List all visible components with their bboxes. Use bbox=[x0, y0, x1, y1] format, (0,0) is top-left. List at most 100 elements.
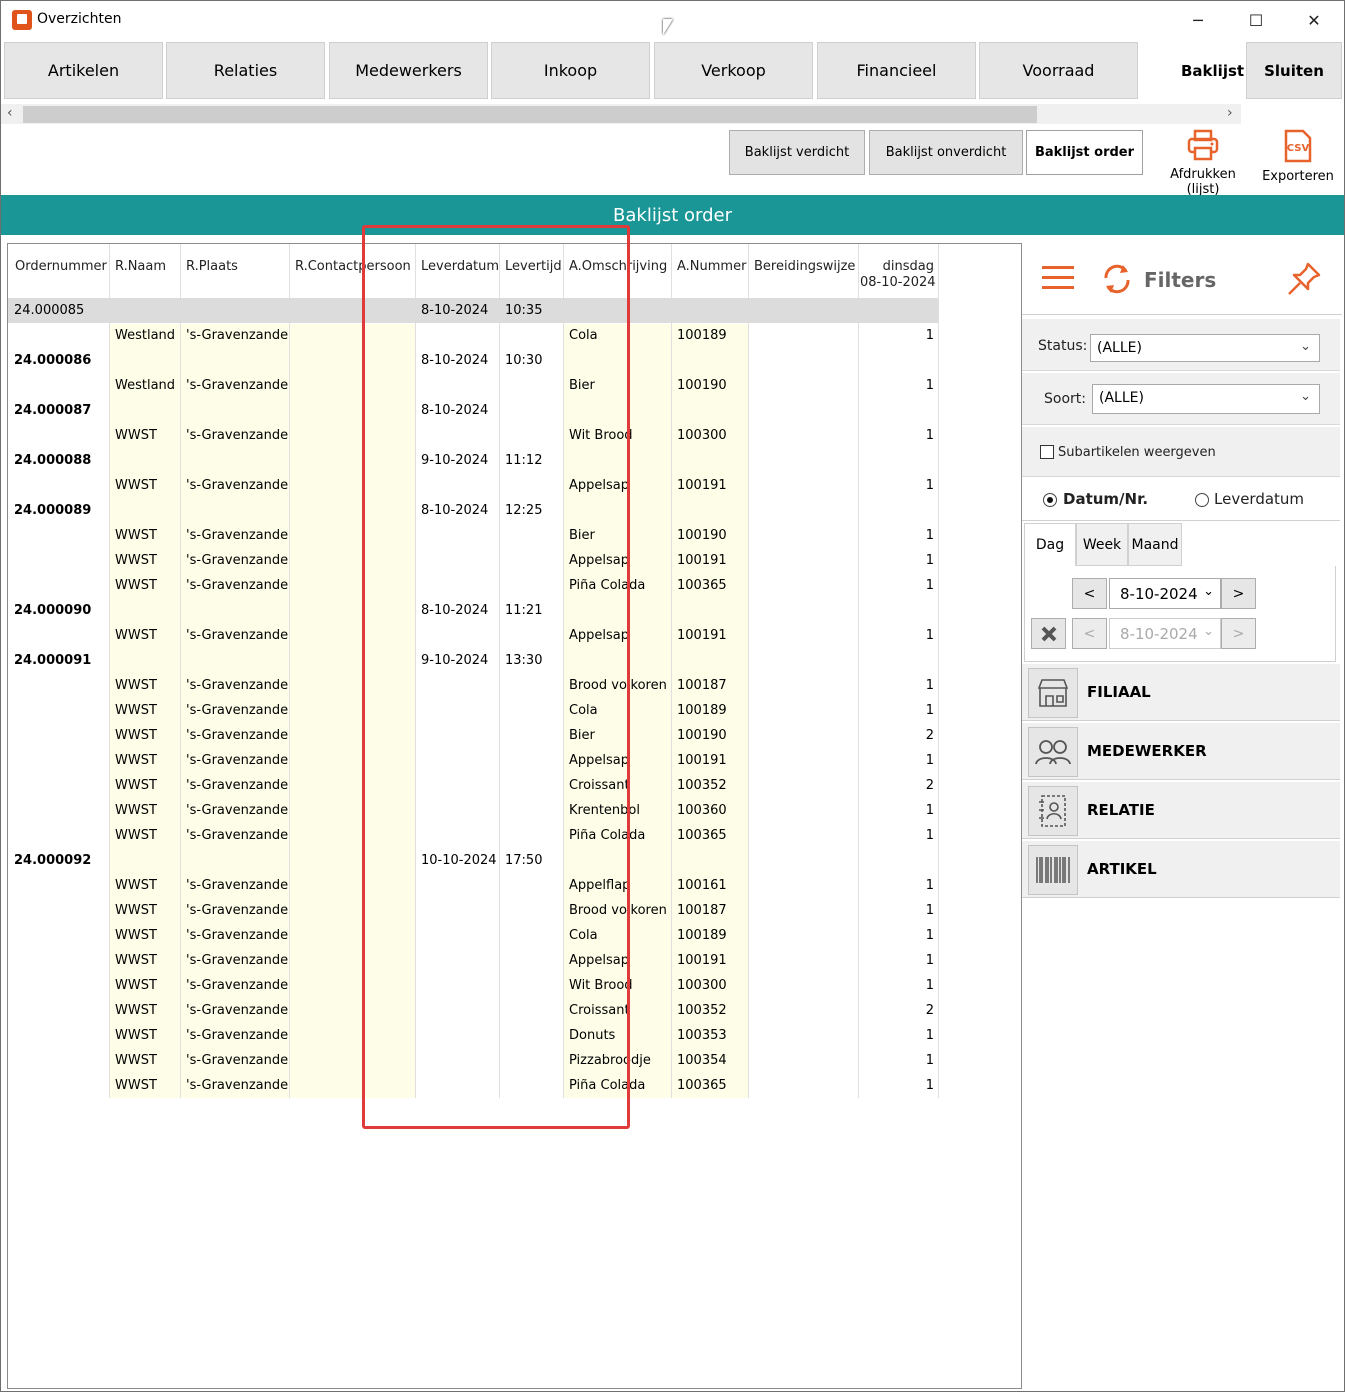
category-artikel[interactable]: ARTIKEL bbox=[1022, 841, 1340, 898]
tab-week[interactable]: Week bbox=[1076, 523, 1128, 566]
item-row[interactable]: WWST 's-Gravenzande Appelsap 100191 1 bbox=[8, 623, 938, 648]
maximize-button[interactable]: ☐ bbox=[1233, 5, 1279, 35]
header-leverdatum[interactable]: Leverdatum bbox=[421, 259, 499, 274]
item-row[interactable]: WWST 's-Gravenzande Appelsap 100191 1 bbox=[8, 548, 938, 573]
item-row[interactable]: WWST 's-Gravenzande Croissant 100352 2 bbox=[8, 773, 938, 798]
cell-naam: WWST bbox=[115, 428, 157, 443]
baklijst-onverdicht-button[interactable]: Baklijst onverdicht bbox=[869, 130, 1023, 175]
item-row[interactable]: Westland 's-Gravenzande Bier 100190 1 bbox=[8, 373, 938, 398]
cell-qty: 1 bbox=[925, 528, 934, 543]
cell-plaats: 's-Gravenzande bbox=[186, 903, 288, 918]
refresh-icon[interactable] bbox=[1100, 262, 1134, 296]
order-row[interactable]: 24.000088 9-10-2024 11:12 bbox=[8, 448, 938, 473]
cell-tijd: 10:35 bbox=[505, 303, 543, 318]
cell-omschr: Piña Colada bbox=[569, 828, 646, 843]
scroll-left-icon[interactable]: ‹ bbox=[7, 105, 13, 121]
next-date-to-button[interactable]: > bbox=[1221, 618, 1256, 649]
sluiten-button[interactable]: Sluiten bbox=[1246, 42, 1342, 99]
item-row[interactable]: Westland 's-Gravenzande Cola 100189 1 bbox=[8, 323, 938, 348]
item-row[interactable]: WWST 's-Gravenzande Appelsap 100191 1 bbox=[8, 473, 938, 498]
category-relatie[interactable]: RELATIE bbox=[1022, 782, 1340, 839]
category-medewerker[interactable]: MEDEWERKER bbox=[1022, 723, 1340, 780]
item-row[interactable]: WWST 's-Gravenzande Piña Colada 100365 1 bbox=[8, 823, 938, 848]
status-select[interactable]: (ALLE) ⌄ bbox=[1090, 334, 1320, 362]
date-from-picker[interactable]: 8-10-2024 ⌄ bbox=[1109, 578, 1221, 609]
order-row[interactable]: 24.000090 8-10-2024 11:21 bbox=[8, 598, 938, 623]
tabs-scrollbar[interactable]: ‹ › bbox=[1, 104, 1241, 124]
order-row[interactable]: 24.000087 8-10-2024 bbox=[8, 398, 938, 423]
header-day[interactable]: dinsdag bbox=[882, 259, 934, 274]
item-row[interactable]: WWST 's-Gravenzande Appelflap 100161 1 bbox=[8, 873, 938, 898]
item-row[interactable]: WWST 's-Gravenzande Appelsap 100191 1 bbox=[8, 948, 938, 973]
leverdatum-radio[interactable] bbox=[1195, 493, 1209, 507]
item-row[interactable]: WWST 's-Gravenzande Pizzabroodje 100354 1 bbox=[8, 1048, 938, 1073]
scroll-right-icon[interactable]: › bbox=[1227, 105, 1233, 121]
item-row[interactable]: WWST 's-Gravenzande Cola 100189 1 bbox=[8, 923, 938, 948]
order-row[interactable]: 24.000085 8-10-2024 10:35 bbox=[8, 298, 938, 323]
tab-artikelen[interactable]: Artikelen bbox=[4, 42, 163, 99]
cell-plaats: 's-Gravenzande bbox=[186, 1003, 288, 1018]
cell-naam: WWST bbox=[115, 1053, 157, 1068]
date-to-picker[interactable]: 8-10-2024 ⌄ bbox=[1109, 618, 1221, 649]
header-levertijd[interactable]: Levertijd bbox=[505, 259, 562, 274]
soort-select[interactable]: (ALLE) ⌄ bbox=[1092, 384, 1320, 414]
item-row[interactable]: WWST 's-Gravenzande Bier 100190 1 bbox=[8, 523, 938, 548]
hamburger-menu-icon[interactable] bbox=[1042, 265, 1074, 291]
tab-relaties[interactable]: Relaties bbox=[166, 42, 325, 99]
item-row[interactable]: WWST 's-Gravenzande Brood volkoren 100187 1 bbox=[8, 898, 938, 923]
tab-baklijst[interactable]: Baklijst bbox=[1143, 42, 1245, 99]
next-date-button[interactable]: > bbox=[1221, 578, 1256, 609]
item-row[interactable]: WWST 's-Gravenzande Appelsap 100191 1 bbox=[8, 748, 938, 773]
close-window-button[interactable]: ✕ bbox=[1291, 5, 1337, 35]
clear-date-button[interactable] bbox=[1031, 618, 1066, 649]
pin-icon[interactable] bbox=[1286, 261, 1322, 297]
datum-radio[interactable] bbox=[1043, 493, 1057, 507]
tab-maand[interactable]: Maand bbox=[1128, 523, 1182, 566]
prev-date-to-button[interactable]: < bbox=[1072, 618, 1107, 649]
prev-date-button[interactable]: < bbox=[1072, 578, 1107, 609]
tab-dag[interactable]: Dag bbox=[1024, 523, 1076, 566]
tab-financieel[interactable]: Financieel bbox=[817, 42, 976, 99]
header-ordernummer[interactable]: Ordernummer bbox=[15, 259, 107, 274]
header-bereidingswijze[interactable]: Bereidingswijze bbox=[754, 259, 855, 274]
export-button[interactable]: CSV Exporteren bbox=[1248, 129, 1344, 189]
scroll-thumb[interactable] bbox=[23, 106, 1037, 123]
item-row[interactable]: WWST 's-Gravenzande Donuts 100353 1 bbox=[8, 1023, 938, 1048]
subartikelen-checkbox[interactable] bbox=[1040, 445, 1054, 459]
baklijst-order-button[interactable]: Baklijst order bbox=[1026, 130, 1143, 175]
category-filiaal[interactable]: FILIAAL bbox=[1022, 664, 1340, 721]
tab-inkoop[interactable]: Inkoop bbox=[491, 42, 650, 99]
cell-qty: 1 bbox=[925, 553, 934, 568]
header-rplaats[interactable]: R.Plaats bbox=[186, 259, 238, 274]
header-date[interactable]: 08-10-2024 bbox=[860, 275, 936, 290]
tab-verkoop[interactable]: Verkoop bbox=[654, 42, 813, 99]
cell-nummer: 100365 bbox=[677, 828, 727, 843]
header-rcontactpersoon[interactable]: R.Contactpersoon bbox=[295, 259, 411, 274]
item-row[interactable]: WWST 's-Gravenzande Wit Brood 100300 1 bbox=[8, 973, 938, 998]
data-grid[interactable]: Ordernummer R.Naam R.Plaats R.Contactper… bbox=[7, 243, 1022, 1389]
header-rnaam[interactable]: R.Naam bbox=[115, 259, 166, 274]
item-row[interactable]: WWST 's-Gravenzande Piña Colada 100365 1 bbox=[8, 573, 938, 598]
header-aomschrijving[interactable]: A.Omschrijving bbox=[569, 259, 667, 274]
order-row[interactable]: 24.000086 8-10-2024 10:30 bbox=[8, 348, 938, 373]
minimize-button[interactable]: ─ bbox=[1175, 5, 1221, 35]
item-row[interactable]: WWST 's-Gravenzande Croissant 100352 2 bbox=[8, 998, 938, 1023]
datum-radio-label: Datum/Nr. bbox=[1063, 490, 1149, 508]
item-row[interactable]: WWST 's-Gravenzande Piña Colada 100365 1 bbox=[8, 1073, 938, 1098]
item-row[interactable]: WWST 's-Gravenzande Cola 100189 1 bbox=[8, 698, 938, 723]
order-row[interactable]: 24.000091 9-10-2024 13:30 bbox=[8, 648, 938, 673]
cell-omschr: Cola bbox=[569, 928, 598, 943]
print-button[interactable]: Afdrukken (lijst) bbox=[1153, 129, 1253, 197]
baklijst-verdicht-button[interactable]: Baklijst verdicht bbox=[729, 130, 865, 175]
item-row[interactable]: WWST 's-Gravenzande Brood volkoren 100187 1 bbox=[8, 673, 938, 698]
header-anummer[interactable]: A.Nummer bbox=[677, 259, 746, 274]
tab-medewerkers[interactable]: Medewerkers bbox=[329, 42, 488, 99]
soort-filter-row: Soort: (ALLE) ⌄ bbox=[1022, 373, 1340, 425]
item-row[interactable]: WWST 's-Gravenzande Wit Brood 100300 1 bbox=[8, 423, 938, 448]
order-row[interactable]: 24.000092 10-10-2024 17:50 bbox=[8, 848, 938, 873]
tab-voorraad[interactable]: Voorraad bbox=[979, 42, 1138, 99]
order-row[interactable]: 24.000089 8-10-2024 12:25 bbox=[8, 498, 938, 523]
item-row[interactable]: WWST 's-Gravenzande Krentenbol 100360 1 bbox=[8, 798, 938, 823]
item-row[interactable]: WWST 's-Gravenzande Bier 100190 2 bbox=[8, 723, 938, 748]
cell-order: 24.000091 bbox=[14, 653, 92, 668]
